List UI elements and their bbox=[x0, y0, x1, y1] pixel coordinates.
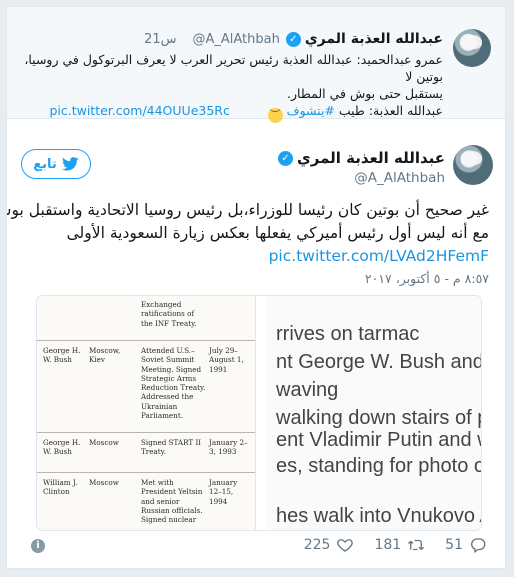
retweet-count: 181 bbox=[374, 537, 402, 553]
document-row: Exchanged ratifications of the INF Treat… bbox=[37, 296, 255, 339]
tweet-date[interactable]: ٨:٥٧ م - ٥ أكتوبر، ٢٠١٧ bbox=[365, 271, 489, 286]
verified-badge-icon: ✓ bbox=[277, 150, 293, 166]
retweet-action[interactable]: 181 bbox=[374, 536, 425, 554]
parent-tweet[interactable]: 21س @A_AlAthbah ✓ عبدالله العذبة المري ع… bbox=[7, 7, 505, 123]
author-info: ✓ عبدالله العذبة المري @A_AlAthbah bbox=[277, 149, 445, 186]
tweet-text-line: غير صحيح أن بوتين كان رئيسا للوزراء،بل ر… bbox=[7, 201, 489, 219]
document-cell: Moscow bbox=[89, 438, 119, 447]
tweet-media-link[interactable]: pic.twitter.com/LVAd2HFemF bbox=[269, 247, 489, 265]
parent-media-link[interactable]: pic.twitter.com/44OUUe35Rc bbox=[49, 103, 229, 118]
caption-line: rrives on tarmac bbox=[276, 323, 420, 345]
document-row: William J. Clinton Moscow Met with Presi… bbox=[37, 472, 255, 530]
reply-prefix: عبدالله العذبة: طيب bbox=[334, 103, 443, 118]
like-action[interactable]: 225 bbox=[304, 536, 355, 554]
document-cell: Moscow, Kiev bbox=[89, 346, 121, 365]
reply-icon bbox=[471, 538, 486, 554]
document-cell: Exchanged ratifications of the INF Treat… bbox=[141, 300, 197, 328]
hashtag-link[interactable]: #يتشوف bbox=[287, 103, 335, 118]
document-cell: George H. W. Bush bbox=[43, 346, 81, 365]
media-divider bbox=[255, 296, 266, 530]
document-cell: January 2–3, 1993 bbox=[209, 438, 248, 457]
document-cell: Moscow bbox=[89, 478, 119, 487]
caption-line: waving bbox=[276, 379, 339, 401]
document-cell: William J. Clinton bbox=[43, 478, 78, 497]
like-count: 225 bbox=[303, 537, 331, 553]
main-tweet-header: ✓ عبدالله العذبة المري @A_AlAthbah تابع bbox=[7, 137, 505, 197]
parent-display-name[interactable]: عبدالله العذبة المري bbox=[305, 31, 443, 47]
document-cell: January 12–15, 1994 bbox=[209, 478, 238, 506]
document-cell: July 29– August 1, 1991 bbox=[209, 346, 244, 374]
caption-line: es, standing for photo opp bbox=[276, 455, 481, 477]
document-cell: George H. W. Bush bbox=[43, 438, 81, 457]
parent-avatar[interactable] bbox=[453, 29, 491, 67]
twitter-bird-icon bbox=[61, 157, 79, 171]
author-handle[interactable]: @A_AlAthbah bbox=[278, 170, 445, 186]
parent-timestamp[interactable]: 21س bbox=[144, 32, 176, 47]
tweet-actions: 225 181 51 bbox=[304, 536, 487, 554]
retweet-icon bbox=[408, 539, 425, 551]
caption-line: nt George W. Bush and his bbox=[276, 351, 481, 373]
caption-line: hes walk into Vnukovo Airp bbox=[276, 505, 481, 527]
parent-handle[interactable]: @A_AlAthbah bbox=[192, 32, 279, 47]
parent-name-row: 21س @A_AlAthbah ✓ عبدالله العذبة المري bbox=[144, 31, 443, 47]
document-cell: Attended U.S.–Soviet Summit Meeting. Sig… bbox=[141, 346, 206, 421]
document-cell: Signed START II Treaty. bbox=[141, 438, 202, 457]
follow-label: تابع bbox=[33, 156, 57, 172]
parent-text-line: يستقبل حتى بوش في المطار. bbox=[287, 86, 443, 101]
video-caption-image[interactable]: rrives on tarmac nt George W. Bush and h… bbox=[266, 296, 481, 530]
follow-button[interactable]: تابع bbox=[21, 149, 91, 179]
caption-line: ent Vladimir Putin and wife bbox=[276, 429, 481, 451]
author-name-row: ✓ عبدالله العذبة المري bbox=[277, 149, 445, 167]
relieved-face-icon: ︶ bbox=[267, 108, 283, 123]
tweet-card: 21س @A_AlAthbah ✓ عبدالله العذبة المري ع… bbox=[6, 6, 506, 569]
tweet-text: غير صحيح أن بوتين كان رئيسا للوزراء،بل ر… bbox=[7, 199, 489, 245]
info-icon[interactable]: i bbox=[31, 539, 45, 553]
heart-icon bbox=[337, 539, 354, 552]
document-cell: Met with President Yeltsin and senior Ru… bbox=[141, 478, 203, 525]
tweet-text-line: مع أنه ليس أول رئيس أميركي يفعلها بعكس ز… bbox=[66, 224, 489, 242]
author-avatar[interactable] bbox=[453, 145, 493, 185]
parent-reply-line: عبدالله العذبة: طيب #يتشوف ︶ pic.twitter… bbox=[23, 102, 443, 123]
parent-text-line: عمرو عبدالحميد: عبدالله العذبة رئيس تحري… bbox=[24, 52, 443, 84]
document-row: George H. W. Bush Moscow Signed START II… bbox=[37, 432, 255, 473]
verified-badge-icon: ✓ bbox=[285, 31, 301, 47]
reply-action[interactable]: 51 bbox=[445, 536, 487, 554]
author-display-name[interactable]: عبدالله العذبة المري bbox=[297, 149, 445, 167]
document-row: George H. W. Bush Moscow, Kiev Attended … bbox=[37, 340, 255, 433]
tweet-media[interactable]: Exchanged ratifications of the INF Treat… bbox=[36, 295, 482, 531]
reply-count: 51 bbox=[445, 537, 463, 553]
document-scan-image[interactable]: Exchanged ratifications of the INF Treat… bbox=[37, 296, 255, 530]
parent-tweet-text: عمرو عبدالحميد: عبدالله العذبة رئيس تحري… bbox=[23, 51, 443, 123]
